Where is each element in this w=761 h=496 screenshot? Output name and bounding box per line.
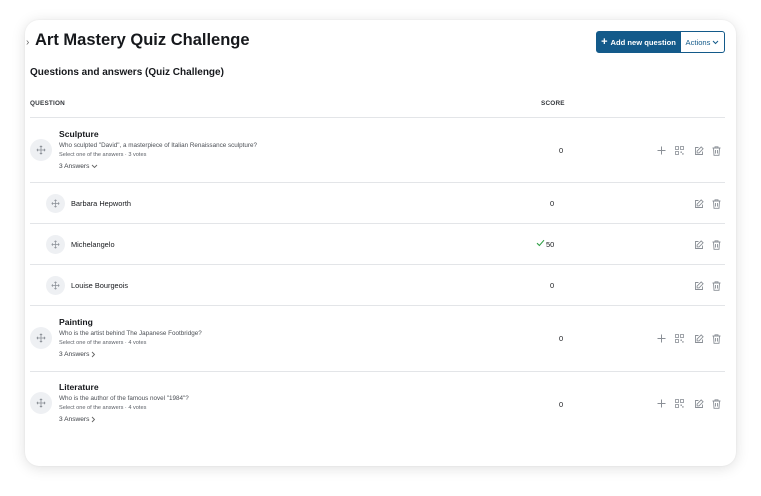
qr-code-icon[interactable] [674,333,685,344]
trash-icon[interactable] [711,280,722,291]
drag-handle-icon[interactable] [46,276,65,295]
answers-toggle[interactable]: 3 Answers [59,351,96,358]
drag-handle-icon[interactable] [30,139,52,161]
answer-row: Barbara Hepworth 0 [25,183,736,223]
answers-toggle[interactable]: 3 Answers [59,416,96,423]
chevron-down-icon [713,40,719,44]
answer-score: 0 [550,199,555,208]
plus-icon[interactable] [656,398,667,409]
edit-icon[interactable] [693,398,704,409]
column-header-question: QUESTION [30,100,65,107]
chevron-right-icon [92,351,96,358]
edit-icon[interactable] [693,280,704,291]
back-chevron-icon[interactable]: › [26,37,29,48]
drag-handle-icon[interactable] [30,392,52,414]
add-new-question-label: Add new question [610,37,676,47]
quiz-card: › Art Mastery Quiz Challenge + Add new q… [25,20,736,466]
answer-label: Michelangelo [71,240,115,249]
question-text: Who is the artist behind The Japanese Fo… [59,330,202,337]
trash-icon[interactable] [711,145,722,156]
question-row: Painting Who is the artist behind The Ja… [25,306,736,371]
qr-code-icon[interactable] [674,145,685,156]
question-text: Who is the author of the famous novel "1… [59,395,189,402]
actions-dropdown-button[interactable]: Actions [681,31,725,53]
answer-row: Louise Bourgeois 0 [25,265,736,305]
answers-toggle-label: 3 Answers [59,416,90,423]
question-title: Sculpture [59,129,99,139]
question-score: 0 [559,400,564,409]
plus-icon[interactable] [656,333,667,344]
answers-toggle-label: 3 Answers [59,351,90,358]
header-actions: + Add new question Actions [596,31,725,53]
edit-icon[interactable] [693,198,704,209]
answers-toggle-label: 3 Answers [59,163,90,170]
section-title: Questions and answers (Quiz Challenge) [30,67,224,78]
trash-icon[interactable] [711,398,722,409]
answer-score: 50 [546,240,555,249]
plus-icon[interactable] [656,145,667,156]
question-title: Literature [59,382,99,392]
answer-label: Barbara Hepworth [71,199,131,208]
drag-handle-icon[interactable] [46,235,65,254]
drag-handle-icon[interactable] [30,327,52,349]
question-row: Literature Who is the author of the famo… [25,372,736,436]
drag-handle-icon[interactable] [46,194,65,213]
edit-icon[interactable] [693,239,704,250]
question-meta: Select one of the answers · 4 votes [59,340,147,346]
question-meta: Select one of the answers · 3 votes [59,152,147,158]
actions-label: Actions [685,37,711,47]
add-new-question-button[interactable]: + Add new question [596,31,681,53]
question-score: 0 [559,146,564,155]
answer-row: Michelangelo 50 [25,224,736,264]
check-icon [536,239,545,247]
trash-icon[interactable] [711,333,722,344]
qr-code-icon[interactable] [674,398,685,409]
edit-icon[interactable] [693,333,704,344]
question-meta: Select one of the answers · 4 votes [59,405,147,411]
question-score: 0 [559,334,564,343]
column-header-score: SCORE [541,100,565,107]
question-title: Painting [59,317,93,327]
answer-label: Louise Bourgeois [71,281,129,290]
page-title: Art Mastery Quiz Challenge [35,31,250,49]
answers-toggle[interactable]: 3 Answers [59,163,98,170]
chevron-down-icon [92,164,98,169]
trash-icon[interactable] [711,239,722,250]
trash-icon[interactable] [711,198,722,209]
question-text: Who sculpted "David", a masterpiece of I… [59,142,258,149]
answer-score: 0 [550,281,555,290]
edit-icon[interactable] [693,145,704,156]
plus-icon: + [601,35,608,48]
question-row: Sculpture Who sculpted "David", a master… [25,118,736,182]
chevron-right-icon [92,416,96,423]
